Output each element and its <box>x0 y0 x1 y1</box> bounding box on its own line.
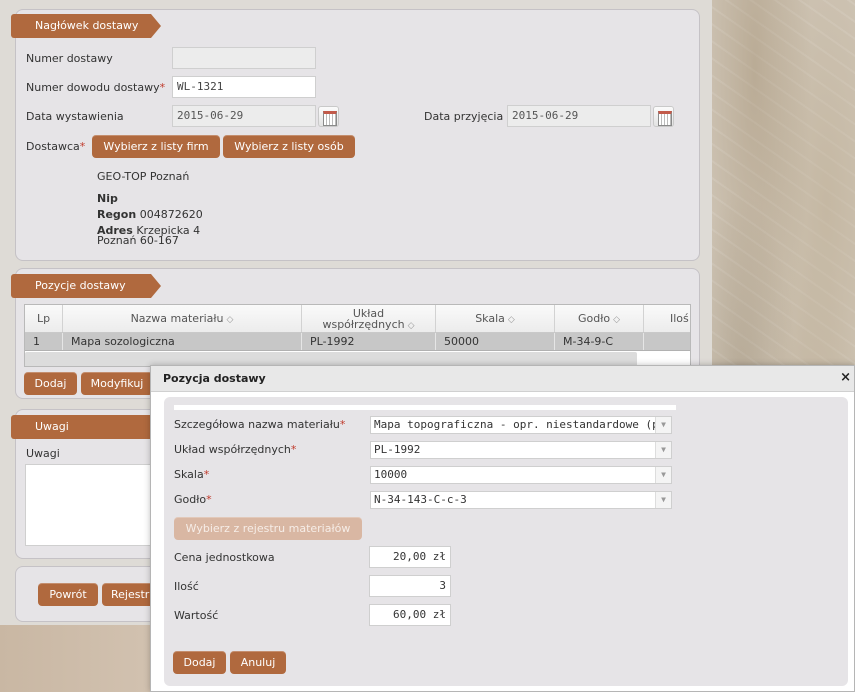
calendar-icon[interactable] <box>653 106 674 127</box>
numer-dowodu-field[interactable]: WL-1321 <box>172 76 316 98</box>
notes-label: Uwagi <box>26 447 60 460</box>
required-mark: * <box>339 418 346 431</box>
notes-title: Uwagi <box>11 415 161 439</box>
material-name-label-text: Szczegółowa nazwa materiału <box>174 418 340 431</box>
numer-dowodu-label-text: Numer dowodu dostawy <box>26 81 160 94</box>
column-ilosc-label: Iloś <box>670 312 689 325</box>
back-button[interactable]: Powrót <box>38 583 98 606</box>
cell-lp: 1 <box>25 333 63 350</box>
column-skala-label: Skala <box>475 312 505 325</box>
dialog-add-button[interactable]: Dodaj <box>173 651 226 674</box>
data-wystawienia-label: Data wystawienia <box>26 110 124 123</box>
dialog-body-strip <box>174 405 676 410</box>
dialog-body: Szczegółowa nazwa materiału* Mapa topogr… <box>164 397 848 686</box>
sheet-label-text: Godło <box>174 493 207 506</box>
chevron-down-icon: ▼ <box>655 467 671 483</box>
scale-label: Skala* <box>174 468 209 481</box>
material-name-value: Mapa topograficzna - opr. niestandardowe… <box>374 418 672 431</box>
position-dialog: Pozycja dostawy × Szczegółowa nazwa mate… <box>150 365 855 692</box>
notes-textarea[interactable] <box>25 464 155 546</box>
column-godlo-label: Godło <box>577 312 611 325</box>
chevron-down-icon: ▼ <box>655 492 671 508</box>
regon-value: 004872620 <box>139 208 203 221</box>
dialog-title: Pozycja dostawy <box>151 366 854 392</box>
data-przyjecia-field[interactable]: 2015-06-29 <box>507 105 651 127</box>
column-uklad[interactable]: Układ współrzędnych ◇ <box>302 305 436 332</box>
column-lp[interactable]: Lp <box>25 305 63 332</box>
sort-icon: ◇ <box>507 315 515 325</box>
coord-system-value: PL-1992 <box>374 443 421 456</box>
dialog-cancel-button[interactable]: Anuluj <box>230 651 286 674</box>
sheet-label: Godło* <box>174 493 212 506</box>
column-godlo[interactable]: Godło ◇ <box>555 305 644 332</box>
choose-company-button[interactable]: Wybierz z listy firm <box>92 135 220 158</box>
value-label: Wartość <box>174 609 219 622</box>
dostawca-label-text: Dostawca <box>26 140 80 153</box>
coord-system-select[interactable]: PL-1992 ▼ <box>370 441 672 459</box>
positions-table: Lp Nazwa materiału ◇ Układ współrzędnych ◇ … <box>24 304 691 367</box>
material-name-select[interactable]: Mapa topograficzna - opr. niestandardowe… <box>370 416 672 434</box>
cell-godlo: M-34-9-C <box>555 333 644 350</box>
add-position-button[interactable]: Dodaj <box>24 372 77 395</box>
sort-icon: ◇ <box>613 315 620 325</box>
required-mark: * <box>203 468 210 481</box>
required-mark: * <box>159 81 166 94</box>
choose-person-button[interactable]: Wybierz z listy osób <box>223 135 355 158</box>
coord-system-label-text: Układ współrzędnych <box>174 443 291 456</box>
column-nazwa[interactable]: Nazwa materiału ◇ <box>63 305 302 332</box>
cell-nazwa: Mapa sozologiczna <box>63 333 302 350</box>
calendar-icon[interactable] <box>318 106 339 127</box>
value-field: 60,00 zł <box>369 604 451 626</box>
coord-system-label: Układ współrzędnych* <box>174 443 296 456</box>
column-ilosc[interactable]: Iloś <box>644 305 690 332</box>
scale-select[interactable]: 10000 ▼ <box>370 466 672 484</box>
supplier-name: GEO-TOP Poznań <box>97 170 190 183</box>
data-przyjecia-label: Data przyjęcia <box>424 110 504 123</box>
sheet-value: N-34-143-C-c-3 <box>374 493 467 506</box>
cell-ilosc <box>644 333 684 350</box>
numer-dostawy-label: Numer dostawy <box>26 52 113 65</box>
required-mark: * <box>290 443 297 456</box>
positions-title: Pozycje dostawy <box>11 274 161 298</box>
cell-skala: 50000 <box>436 333 555 350</box>
address-line2: Poznań 60-167 <box>97 234 179 247</box>
chevron-down-icon: ▼ <box>655 417 671 433</box>
numer-dowodu-label: Numer dowodu dostawy* <box>26 81 165 94</box>
column-nazwa-label: Nazwa materiału <box>130 312 224 325</box>
modify-position-button[interactable]: Modyfikuj <box>81 372 153 395</box>
numer-dostawy-field <box>172 47 316 69</box>
delivery-header-title: Nagłówek dostawy <box>11 14 161 38</box>
material-name-label: Szczegółowa nazwa materiału* <box>174 418 345 431</box>
cell-uklad: PL-1992 <box>302 333 436 350</box>
unit-price-label: Cena jednostkowa <box>174 551 275 564</box>
quantity-label: Ilość <box>174 580 199 593</box>
sort-icon: ◇ <box>407 321 415 331</box>
required-mark: * <box>206 493 212 506</box>
table-header: Lp Nazwa materiału ◇ Układ współrzędnych ◇ … <box>25 305 690 333</box>
required-mark: * <box>79 140 86 153</box>
nip-label: Nip <box>97 192 118 205</box>
unit-price-field[interactable]: 20,00 zł <box>369 546 451 568</box>
column-uklad-label-2: współrzędnych <box>322 318 405 331</box>
close-icon[interactable]: × <box>840 370 851 385</box>
scale-value: 10000 <box>374 468 408 481</box>
sheet-select[interactable]: N-34-143-C-c-3 ▼ <box>370 491 672 509</box>
chevron-down-icon: ▼ <box>655 442 671 458</box>
sort-icon: ◇ <box>226 315 234 325</box>
column-skala[interactable]: Skala ◇ <box>436 305 555 332</box>
choose-from-registry-button[interactable]: Wybierz z rejestru materiałów <box>174 517 362 540</box>
data-wystawienia-field[interactable]: 2015-06-29 <box>172 105 316 127</box>
regon-label: Regon <box>97 208 137 221</box>
quantity-field[interactable]: 3 <box>369 575 451 597</box>
dostawca-label: Dostawca* <box>26 140 85 153</box>
table-row[interactable]: 1 Mapa sozologiczna PL-1992 50000 M-34-9… <box>25 333 690 351</box>
column-lp-label: Lp <box>36 312 51 325</box>
regon-line: Regon 004872620 <box>97 208 203 221</box>
scale-label-text: Skala <box>174 468 204 481</box>
